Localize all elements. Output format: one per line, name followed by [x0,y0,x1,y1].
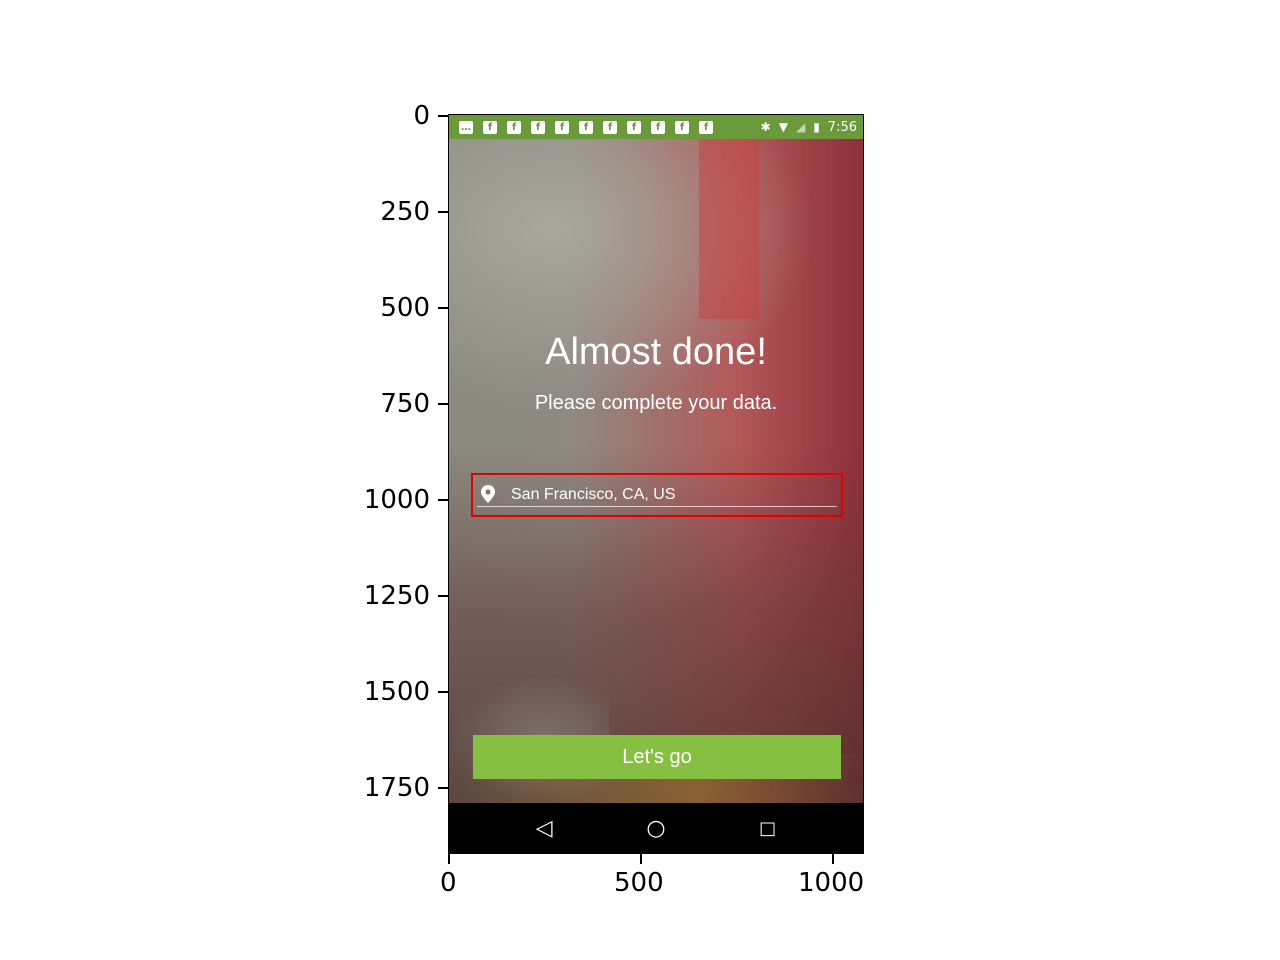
y-tick [438,403,448,405]
y-tick [438,691,448,693]
input-underline [477,506,837,507]
battery-icon: ▮ [813,120,820,134]
x-tick-label: 500 [614,868,664,898]
x-tick-label: 0 [440,868,457,898]
wifi-icon: ▼ [778,120,788,134]
location-value: San Francisco, CA, US [511,486,676,503]
status-bar: … f f f f f f f f f f ✱ ▼ ◢ ▮ 7:56 [449,115,863,139]
y-tick-label: 1000 [363,485,430,515]
navigation-bar: ◁ ○ □ [449,803,863,853]
location-pin-icon [481,485,495,503]
y-tick-label: 750 [380,389,430,419]
y-tick-label: 1750 [363,773,430,803]
facebook-icon: f [699,120,713,134]
facebook-icon: f [507,120,521,134]
y-tick-label: 1500 [363,677,430,707]
page-subtitle: Please complete your data. [534,392,778,414]
y-tick-label: 1250 [363,581,430,611]
y-tick [438,307,448,309]
x-tick [832,854,834,864]
y-tick [438,499,448,501]
phone-screen: … f f f f f f f f f f ✱ ▼ ◢ ▮ 7:56 Almos… [448,114,864,854]
home-icon[interactable]: ○ [646,816,665,841]
facebook-icon: f [483,120,497,134]
y-tick-label: 250 [380,197,430,227]
y-tick [438,595,448,597]
lets-go-button[interactable]: Let's go [473,735,841,779]
system-icons: ✱ ▼ ◢ ▮ 7:56 [761,120,857,135]
x-tick [640,854,642,864]
page-title: Almost done! [545,331,767,373]
location-input[interactable]: San Francisco, CA, US [471,473,843,517]
status-time: 7:56 [827,119,857,135]
y-tick [438,211,448,213]
y-tick [438,115,448,117]
facebook-icon: f [627,120,641,134]
x-tick [448,854,450,864]
facebook-icon: f [531,120,545,134]
message-icon: … [459,120,473,134]
facebook-icon: f [675,120,689,134]
y-tick-label: 500 [380,293,430,323]
notification-area: … f f f f f f f f f f [459,120,761,134]
background-blur [699,139,759,319]
y-tick [438,787,448,789]
x-tick-label: 1000 [798,868,865,898]
facebook-icon: f [579,120,593,134]
facebook-icon: f [603,120,617,134]
facebook-icon: f [651,120,665,134]
y-tick-label: 0 [413,101,430,131]
back-icon[interactable]: ◁ [536,816,553,841]
bluetooth-icon: ✱ [760,120,771,134]
recents-icon[interactable]: □ [759,818,776,839]
signal-icon: ◢ [795,120,806,134]
facebook-icon: f [555,120,569,134]
